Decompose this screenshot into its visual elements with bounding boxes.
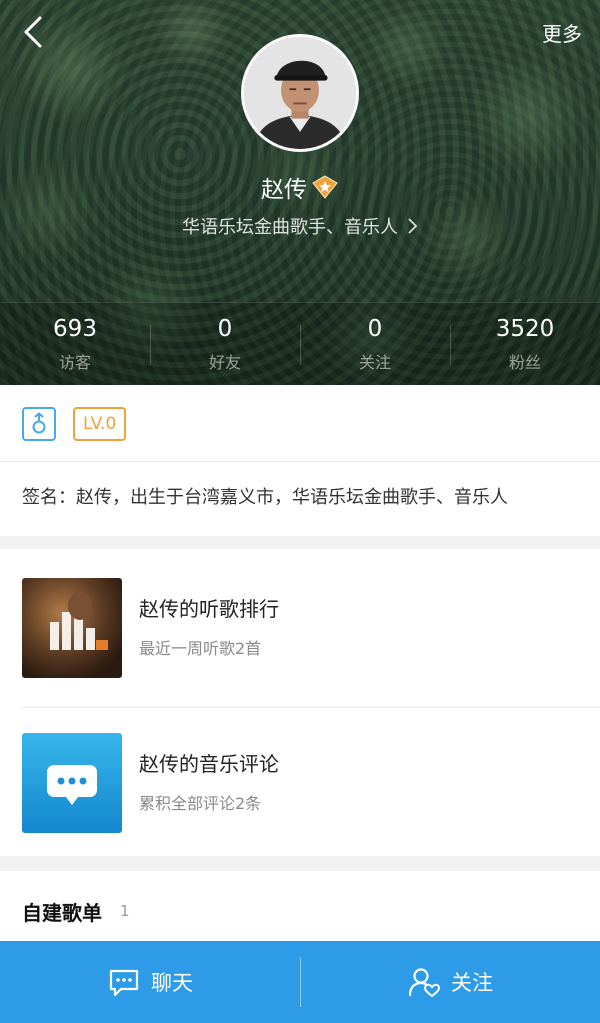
music-comments-thumbnail [22, 733, 122, 833]
stat-following[interactable]: 0 关注 [300, 303, 450, 385]
divider [22, 707, 600, 708]
profile-entries: 赵传的听歌排行 最近一周听歌2首 赵传的音乐评论 累积全部评论2条 [0, 549, 600, 856]
profile-header: 更多 赵传 华语乐坛金曲歌手、音乐人 693 访客 0 好友 0 关注 3520… [0, 0, 600, 385]
follow-user-icon [408, 968, 441, 998]
album-cover-image [22, 578, 122, 678]
divider [0, 461, 600, 462]
artist-info-link[interactable]: 华语乐坛金曲歌手、音乐人 [0, 213, 600, 239]
stat-visitors[interactable]: 693 访客 [0, 303, 150, 385]
stat-label: 访客 [58, 353, 91, 372]
level-badge: LV.0 [73, 407, 127, 441]
stat-label: 好友 [208, 353, 241, 372]
follow-label: 关注 [451, 971, 493, 995]
profile-info-card: LV.0 签名：赵传，出生于台湾嘉义市，华语乐坛金曲歌手、音乐人 [0, 385, 600, 536]
bottom-action-bar: 聊天 关注 [0, 941, 600, 1023]
more-button[interactable]: 更多 [542, 18, 582, 47]
chat-label: 聊天 [151, 971, 193, 995]
stat-fans[interactable]: 3520 粉丝 [450, 303, 600, 385]
playlist-section: 自建歌单 1 [0, 871, 600, 941]
avatar-image [244, 37, 356, 149]
star-badge-icon [312, 175, 338, 199]
follow-button[interactable]: 关注 [300, 941, 600, 1023]
stat-label: 关注 [358, 353, 391, 372]
listening-ranking-thumbnail [22, 578, 122, 678]
comment-bubble-icon [22, 733, 122, 833]
stat-value: 3520 [495, 316, 555, 342]
user-subtitle: 华语乐坛金曲歌手、音乐人 [182, 217, 398, 238]
stat-value: 0 [217, 316, 233, 342]
chat-button[interactable]: 聊天 [0, 941, 300, 1023]
male-icon [32, 412, 46, 434]
entry-title: 赵传的音乐评论 [139, 752, 279, 776]
chevron-right-icon [408, 218, 418, 234]
chevron-left-icon [24, 16, 42, 48]
entry-title: 赵传的听歌排行 [139, 597, 279, 621]
user-name: 赵传 [261, 177, 307, 203]
section-title: 自建歌单 [22, 901, 102, 925]
entry-subtitle: 累积全部评论2条 [139, 794, 262, 813]
listening-ranking-entry[interactable]: 赵传的听歌排行 最近一周听歌2首 [0, 578, 600, 706]
back-button[interactable] [18, 14, 54, 50]
name-row: 赵传 [0, 170, 600, 204]
stat-value: 0 [367, 316, 383, 342]
badges: LV.0 [22, 407, 127, 441]
music-comments-entry[interactable]: 赵传的音乐评论 累积全部评论2条 [0, 733, 600, 861]
avatar[interactable] [241, 34, 359, 152]
gender-badge [22, 407, 56, 441]
playlist-count: 1 [120, 902, 130, 920]
stats-bar: 693 访客 0 好友 0 关注 3520 粉丝 [0, 302, 600, 385]
stat-friends[interactable]: 0 好友 [150, 303, 300, 385]
entry-subtitle: 最近一周听歌2首 [139, 639, 262, 658]
chat-icon [109, 969, 139, 997]
stat-value: 693 [53, 316, 97, 342]
signature-text: 签名：赵传，出生于台湾嘉义市，华语乐坛金曲歌手、音乐人 [22, 487, 508, 508]
stat-label: 粉丝 [508, 353, 541, 372]
